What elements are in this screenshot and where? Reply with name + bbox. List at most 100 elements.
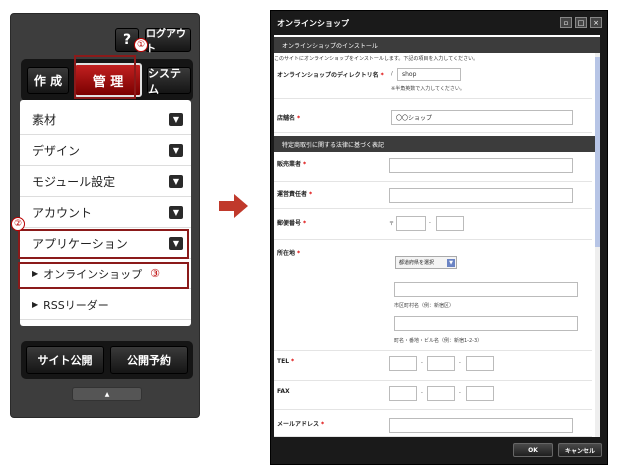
dialog-footer: OK キャンセル	[271, 437, 607, 465]
tel-label: TEL *	[277, 358, 294, 365]
management-menu: 素材 ▼ デザイン ▼ モジュール設定 ▼ アカウント ▼ アプリケーション ▼…	[20, 100, 191, 326]
tel-input-1[interactable]	[389, 356, 417, 371]
menu-item-label: デザイン	[32, 143, 81, 158]
email-label: メールアドレス *	[277, 419, 324, 428]
logout-button[interactable]: ログアウト	[145, 28, 191, 55]
dialog-content: オンラインショップのインストール このサイトにオンラインショップをインストールし…	[274, 35, 600, 437]
fax-input-3[interactable]	[466, 386, 494, 401]
seller-row: 販売業者 *	[274, 152, 592, 182]
tel-label-text: TEL	[277, 358, 290, 365]
menu-item-label: アカウント	[32, 205, 93, 220]
city-hint: 市区町村名（例：新宿区）	[394, 303, 455, 309]
chevron-down-icon[interactable]: ▼	[169, 205, 183, 219]
tel-input-2[interactable]	[427, 356, 455, 371]
postal-label-text: 郵便番号	[277, 220, 302, 227]
menu-item-design[interactable]: デザイン ▼	[20, 135, 191, 166]
directory-label-text: オンラインショップのディレクトリ名	[277, 72, 379, 79]
chevron-down-icon[interactable]: ▼	[169, 174, 183, 188]
postal-label: 郵便番号 *	[277, 218, 306, 227]
required-mark: *	[303, 220, 307, 227]
fax-label: FAX	[277, 388, 290, 395]
required-mark: *	[303, 161, 307, 168]
manager-input[interactable]	[389, 188, 573, 203]
scrollbar-thumb[interactable]	[595, 57, 600, 247]
required-mark: *	[321, 421, 325, 428]
postal-separator: -	[429, 220, 431, 226]
triangle-right-icon: ▶	[32, 300, 39, 309]
required-mark: *	[380, 72, 384, 79]
prefecture-select[interactable]: 都道府県を選択 ▼	[395, 256, 457, 269]
tab-system[interactable]: システム	[147, 67, 191, 96]
tel-separator: -	[421, 360, 423, 366]
required-mark: *	[291, 358, 295, 365]
fax-input-1[interactable]	[389, 386, 417, 401]
site-publish-button[interactable]: サイト公開	[26, 346, 104, 374]
collapse-up-button[interactable]: ▲	[72, 387, 142, 401]
highlight-online-shop	[18, 262, 189, 289]
cancel-button[interactable]: キャンセル	[558, 443, 602, 457]
callout-one: ①	[134, 38, 148, 52]
ok-button[interactable]: OK	[513, 443, 553, 457]
directory-prefix: /	[391, 71, 393, 77]
publish-schedule-button[interactable]: 公開予約	[110, 346, 188, 374]
publish-buttons: サイト公開 公開予約	[21, 341, 193, 379]
seller-input[interactable]	[389, 158, 573, 173]
menu-item-label: モジュール設定	[32, 174, 116, 189]
chevron-down-icon[interactable]: ▼	[169, 143, 183, 157]
address-label-text: 所在地	[277, 250, 296, 257]
postal-input-first[interactable]	[396, 216, 426, 231]
menu-item-label: 素材	[32, 112, 57, 127]
street-input[interactable]	[394, 316, 578, 331]
store-name-label-text: 店舗名	[277, 115, 296, 122]
content-scrollbar[interactable]	[595, 53, 600, 437]
menu-item-materials[interactable]: 素材 ▼	[20, 104, 191, 135]
menu-item-module-settings[interactable]: モジュール設定 ▼	[20, 166, 191, 197]
manager-row: 運営責任者 *	[274, 182, 592, 209]
postal-row: 郵便番号 * 〒 -	[274, 209, 592, 240]
directory-label: オンラインショップのディレクトリ名 *	[277, 70, 384, 79]
section-install-header: オンラインショップのインストール	[274, 37, 600, 53]
store-name-input[interactable]: 〇〇ショップ	[391, 110, 573, 125]
tel-input-3[interactable]	[466, 356, 494, 371]
menu-item-account[interactable]: アカウント ▼	[20, 197, 191, 228]
address-label: 所在地 *	[277, 248, 300, 257]
email-input[interactable]	[389, 418, 573, 433]
sub-item-rss-reader[interactable]: ▶ RSSリーダー	[20, 290, 191, 320]
highlight-application	[18, 229, 189, 259]
required-mark: *	[297, 250, 301, 257]
close-icon[interactable]: ×	[590, 17, 602, 28]
directory-hint: ※半角英数で入力してください。	[391, 86, 465, 92]
online-shop-dialog: オンラインショップ ▫ □ × オンラインショップのインストール このサイトにオ…	[270, 10, 608, 465]
dialog-title: オンラインショップ	[277, 18, 349, 28]
required-mark: *	[309, 191, 313, 198]
directory-input[interactable]: shop	[397, 68, 461, 81]
city-input[interactable]	[394, 282, 578, 297]
manager-label-text: 運営責任者	[277, 191, 308, 198]
sub-item-label: RSSリーダー	[43, 298, 109, 312]
prefecture-select-value: 都道府県を選択	[399, 260, 435, 266]
required-mark: *	[297, 115, 301, 122]
highlight-manage-tab	[74, 55, 136, 99]
email-label-text: メールアドレス	[277, 421, 320, 428]
street-hint: 町名・番地・ビル名（例：新宿1-2-3）	[394, 338, 483, 344]
fax-separator: -	[421, 390, 423, 396]
fax-separator: -	[459, 390, 461, 396]
email-row: メールアドレス *	[274, 410, 592, 437]
manager-label: 運営責任者 *	[277, 189, 312, 198]
tel-separator: -	[459, 360, 461, 366]
store-name-label: 店舗名 *	[277, 113, 300, 122]
seller-label-text: 販売業者	[277, 161, 302, 168]
tel-row: TEL * - -	[274, 351, 592, 381]
postal-input-second[interactable]	[436, 216, 464, 231]
tab-create[interactable]: 作 成	[27, 67, 69, 94]
maximize-icon[interactable]: □	[575, 17, 587, 28]
restore-icon[interactable]: ▫	[560, 17, 572, 28]
chevron-down-icon[interactable]: ▼	[169, 112, 183, 126]
fax-input-2[interactable]	[427, 386, 455, 401]
chevron-down-icon: ▼	[447, 259, 455, 267]
fax-row: FAX - -	[274, 381, 592, 410]
arrow-right-icon	[219, 194, 248, 218]
section-law-header: 特定商取引に関する法律に基づく表記	[274, 136, 600, 152]
seller-label: 販売業者 *	[277, 159, 306, 168]
address-row: 所在地 * 都道府県を選択 ▼ 市区町村名（例：新宿区） 町名・番地・ビル名（例：…	[274, 240, 592, 351]
